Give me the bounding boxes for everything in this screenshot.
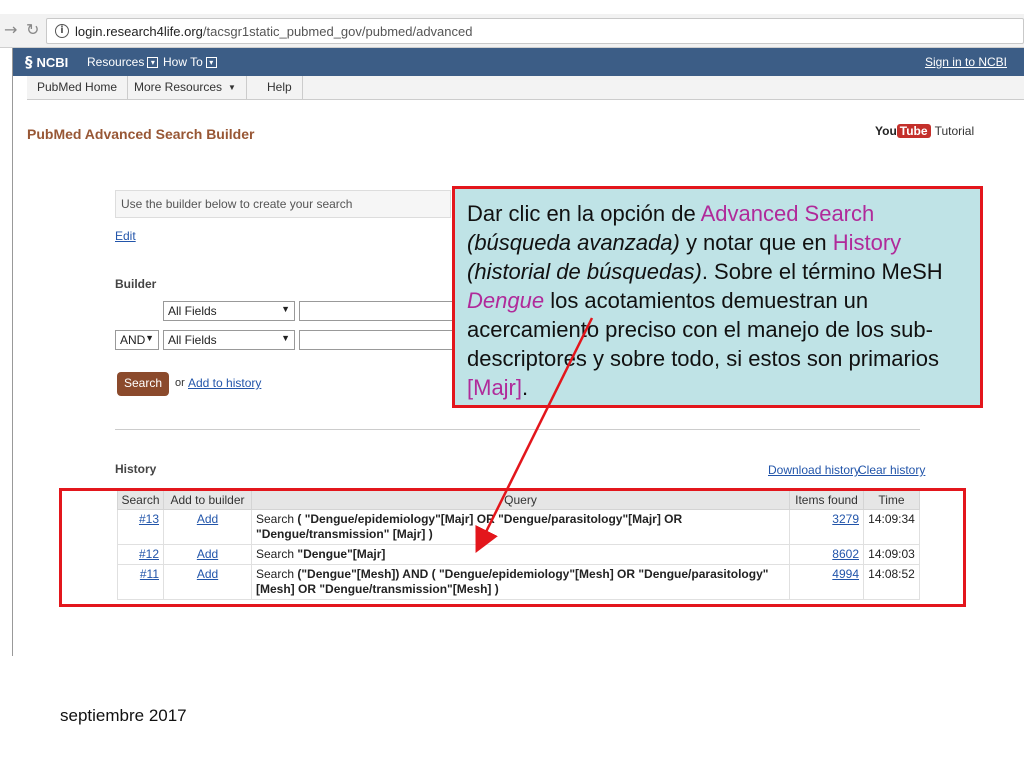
search-button[interactable]: Search (117, 372, 169, 396)
callout-text-2: (búsqueda avanzada) (467, 230, 680, 255)
field-select-2[interactable]: All Fields ▼ (163, 330, 295, 350)
reload-icon[interactable]: ↻ (26, 20, 39, 39)
boolean-select[interactable]: AND ▼ (115, 330, 159, 350)
field-select-2-value: All Fields (168, 333, 217, 347)
query-preview-placeholder: Use the builder below to create your sea… (121, 197, 353, 211)
or-text: or (175, 377, 185, 389)
nav-pubmed-home[interactable]: PubMed Home (27, 76, 129, 99)
nav-help[interactable]: Help (257, 76, 303, 99)
url-host: login.research4life.org (75, 24, 203, 39)
callout-text-1: Dar clic en la opción de (467, 201, 701, 226)
callout-dengue: Dengue (467, 288, 545, 313)
youtube-tutorial-link[interactable]: You Tube Tutorial (875, 124, 974, 138)
youtube-logo-tube: Tube (896, 124, 931, 138)
add-to-history-link[interactable]: Add to history (188, 376, 261, 390)
boolean-select-value: AND (120, 333, 146, 347)
dropdown-triangle-icon: ▼ (228, 83, 236, 92)
dropdown-arrow-icon: ▼ (145, 333, 154, 343)
field-select-1[interactable]: All Fields ▼ (163, 301, 295, 321)
url-text: login.research4life.org/tacsgr1static_pu… (75, 24, 472, 39)
resources-label: Resources (87, 55, 145, 69)
tutorial-label: Tutorial (934, 124, 975, 138)
history-heading: History (115, 462, 157, 476)
term-input-2[interactable] (299, 330, 453, 350)
info-icon[interactable]: i (55, 24, 69, 38)
history-highlight-box (59, 488, 966, 607)
dropdown-arrow-icon: ▼ (281, 304, 290, 314)
edit-link[interactable]: Edit (115, 229, 136, 243)
callout-majr: [Majr] (467, 375, 522, 400)
page-title: PubMed Advanced Search Builder (27, 126, 255, 142)
callout-text-3: y notar que en (679, 230, 833, 255)
signin-link[interactable]: Sign in to NCBI (925, 55, 1007, 69)
dropdown-arrow-icon: ▼ (281, 333, 290, 343)
browser-address-bar: → ↻ i login.research4life.org/tacsgr1sta… (0, 14, 1024, 48)
callout-text-5: . Sobre el término MeSH (701, 259, 943, 284)
slide: → ↻ i login.research4life.org/tacsgr1sta… (0, 0, 1024, 768)
callout-history: History (832, 230, 902, 255)
callout-advanced-search: Advanced Search (700, 201, 875, 226)
ncbi-logo-icon: § (25, 53, 33, 71)
clear-history-link[interactable]: Clear history (858, 463, 925, 477)
howto-label: How To (163, 55, 203, 69)
ncbi-logo[interactable]: § NCBI (25, 53, 68, 71)
callout-text-7: . (522, 375, 529, 400)
download-history-link[interactable]: Download history (768, 463, 860, 477)
nav-more-resources-label: More Resources (134, 80, 223, 94)
url-field[interactable]: i login.research4life.org/tacsgr1static_… (46, 18, 1024, 44)
divider (115, 429, 920, 430)
nav-more-resources[interactable]: More Resources ▼ (124, 76, 247, 99)
chevron-down-icon: ▾ (147, 57, 159, 68)
howto-menu[interactable]: How To ▾ (163, 55, 217, 69)
sub-navigation: PubMed Home More Resources ▼ Help (27, 76, 1024, 100)
chevron-down-icon: ▾ (205, 57, 217, 68)
callout-text-4: (historial de búsquedas) (467, 259, 702, 284)
term-input-1[interactable] (299, 301, 453, 321)
resources-menu[interactable]: Resources ▾ (87, 55, 159, 69)
field-select-1-value: All Fields (168, 304, 217, 318)
ncbi-header-bar: § NCBI Resources ▾ How To ▾ Sign in to NCBI (13, 48, 1024, 76)
footer-date: septiembre 2017 (60, 706, 187, 725)
youtube-logo-you: You (875, 124, 897, 138)
query-preview-box[interactable]: Use the builder below to create your sea… (115, 190, 451, 218)
back-arrow-icon[interactable]: → (4, 20, 17, 39)
annotation-callout: Dar clic en la opción de Advanced Search… (452, 186, 983, 408)
builder-heading: Builder (115, 277, 157, 291)
ncbi-logo-text: NCBI (36, 55, 69, 70)
url-path: /tacsgr1static_pubmed_gov/pubmed/advance… (202, 24, 473, 39)
